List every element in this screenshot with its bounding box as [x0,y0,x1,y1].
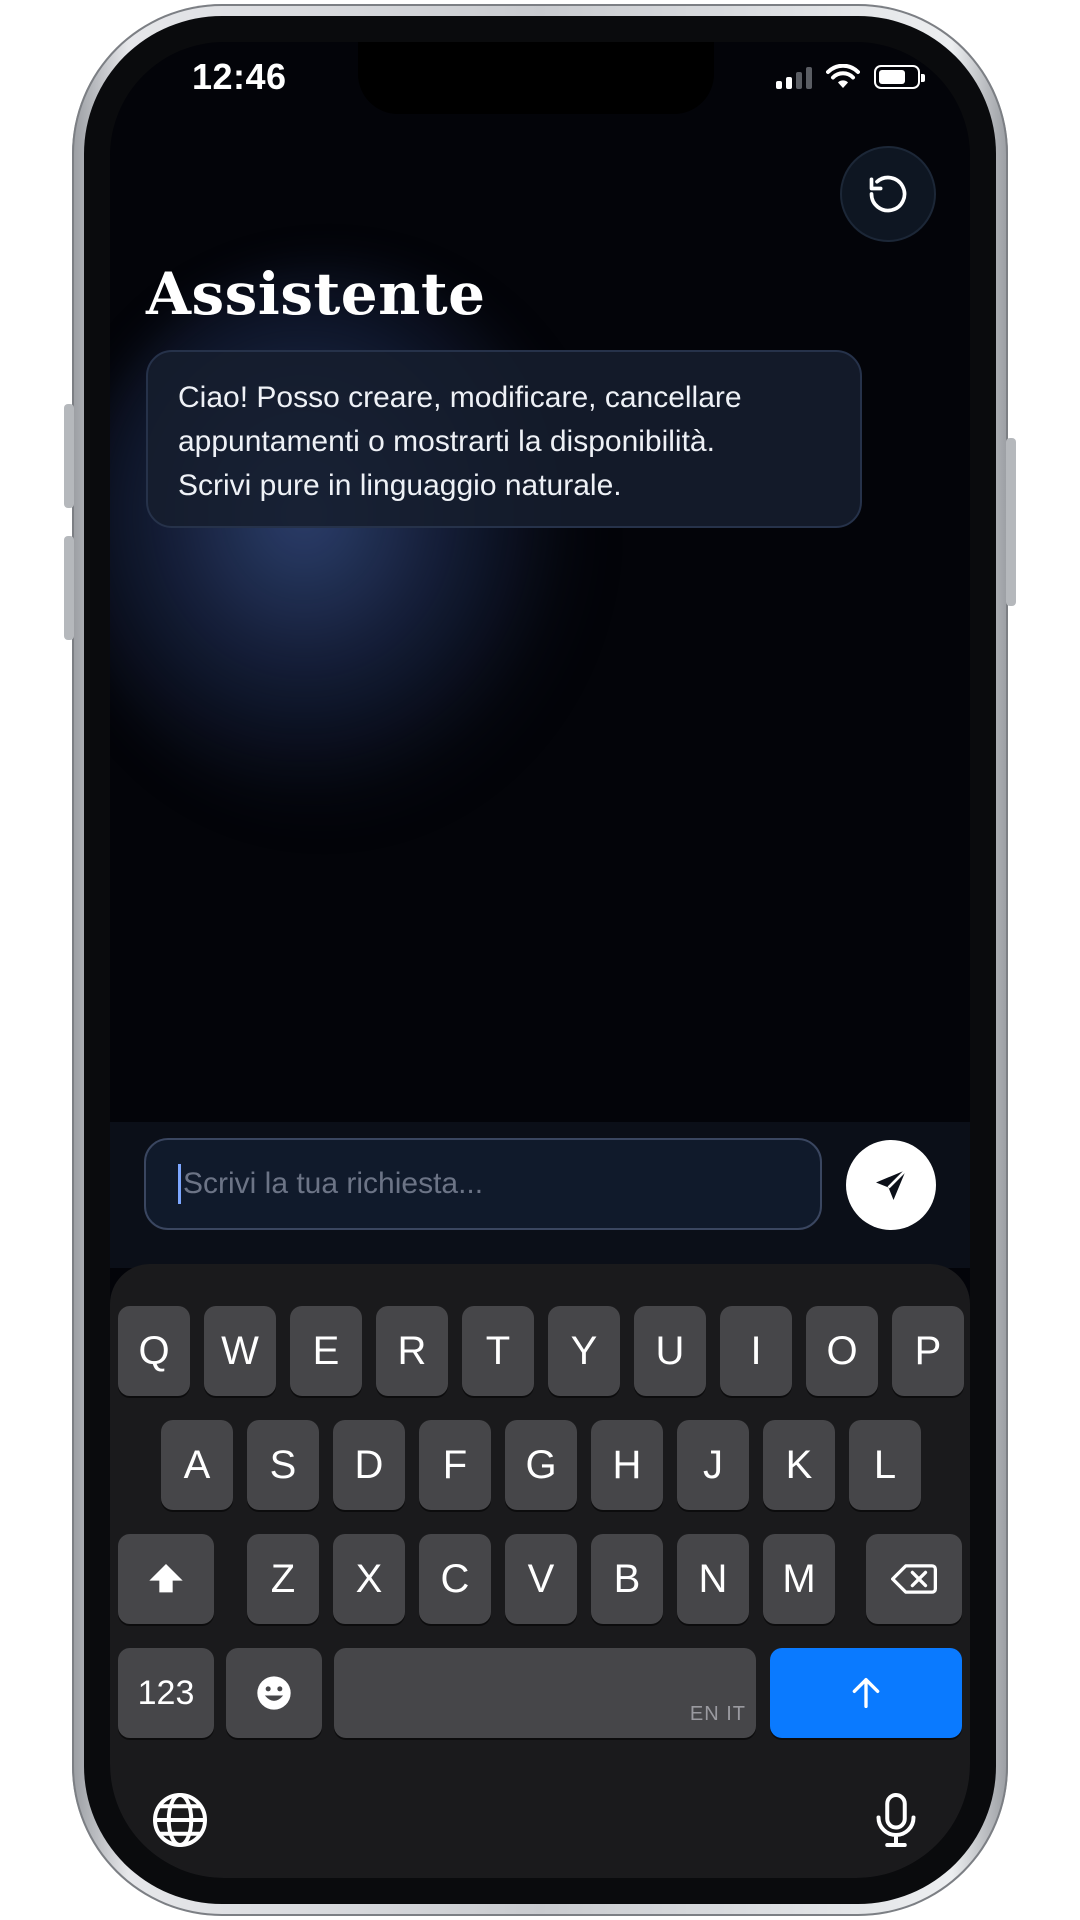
send-button[interactable] [846,1140,936,1230]
key-f[interactable]: F [419,1420,491,1510]
dictation-button[interactable] [866,1790,926,1855]
key-q[interactable]: Q [118,1306,190,1396]
space-key[interactable]: EN IT [334,1648,756,1738]
key-r[interactable]: R [376,1306,448,1396]
key-y[interactable]: Y [548,1306,620,1396]
key-s[interactable]: S [247,1420,319,1510]
key-x[interactable]: X [333,1534,405,1624]
numbers-key[interactable]: 123 [118,1648,214,1738]
key-w[interactable]: W [204,1306,276,1396]
power-button [1006,438,1016,606]
key-p[interactable]: P [892,1306,964,1396]
key-u[interactable]: U [634,1306,706,1396]
shift-key[interactable] [118,1534,214,1624]
text-caret [178,1164,181,1204]
reset-conversation-button[interactable] [840,146,936,242]
return-key[interactable] [770,1648,962,1738]
message-line: appuntamenti o mostrarti la disponibilit… [178,425,715,458]
key-j[interactable]: J [677,1420,749,1510]
key-g[interactable]: G [505,1420,577,1510]
globe-button[interactable] [150,1790,210,1855]
cellular-signal-icon [776,65,812,89]
status-time: 12:46 [192,56,287,97]
key-b[interactable]: B [591,1534,663,1624]
key-k[interactable]: K [763,1420,835,1510]
keyboard: Q W E R T Y U I O P A S D F G H J K L Z … [110,1264,970,1878]
emoji-key[interactable] [226,1648,322,1738]
backspace-icon [891,1564,937,1594]
screen: 12:46 Assistente Ciao! Posso creare, mod… [110,42,970,1878]
delete-key[interactable] [866,1534,962,1624]
key-m[interactable]: M [763,1534,835,1624]
key-d[interactable]: D [333,1420,405,1510]
shift-icon [149,1564,183,1593]
key-l[interactable]: L [849,1420,921,1510]
volume-down-button [64,536,74,640]
key-v[interactable]: V [505,1534,577,1624]
volume-up-button [64,404,74,508]
rotate-ccw-icon [869,175,907,213]
message-line: Scrivi pure in linguaggio naturale. [178,469,622,502]
message-line: Ciao! Posso creare, modificare, cancella… [178,381,742,414]
dynamic-island [358,42,714,114]
key-e[interactable]: E [290,1306,362,1396]
key-a[interactable]: A [161,1420,233,1510]
key-h[interactable]: H [591,1420,663,1510]
page-title: Assistente [146,260,486,328]
space-language-label: EN IT [689,1703,746,1725]
key-i[interactable]: I [720,1306,792,1396]
globe-icon [153,1793,207,1847]
microphone-icon [876,1793,916,1847]
battery-icon [874,65,925,89]
key-c[interactable]: C [419,1534,491,1624]
assistant-message-bubble: Ciao! Posso creare, modificare, cancella… [146,350,862,528]
message-input-placeholder: Scrivi la tua richiesta... [183,1167,484,1200]
key-z[interactable]: Z [247,1534,319,1624]
background-glow [110,262,590,822]
send-icon [876,1169,907,1200]
emoji-icon [257,1676,291,1710]
message-input[interactable]: Scrivi la tua richiesta... [144,1138,822,1230]
arrow-up-icon [852,1678,880,1708]
key-t[interactable]: T [462,1306,534,1396]
key-n[interactable]: N [677,1534,749,1624]
key-o[interactable]: O [806,1306,878,1396]
status-indicators [776,64,925,90]
wifi-icon [826,64,860,90]
